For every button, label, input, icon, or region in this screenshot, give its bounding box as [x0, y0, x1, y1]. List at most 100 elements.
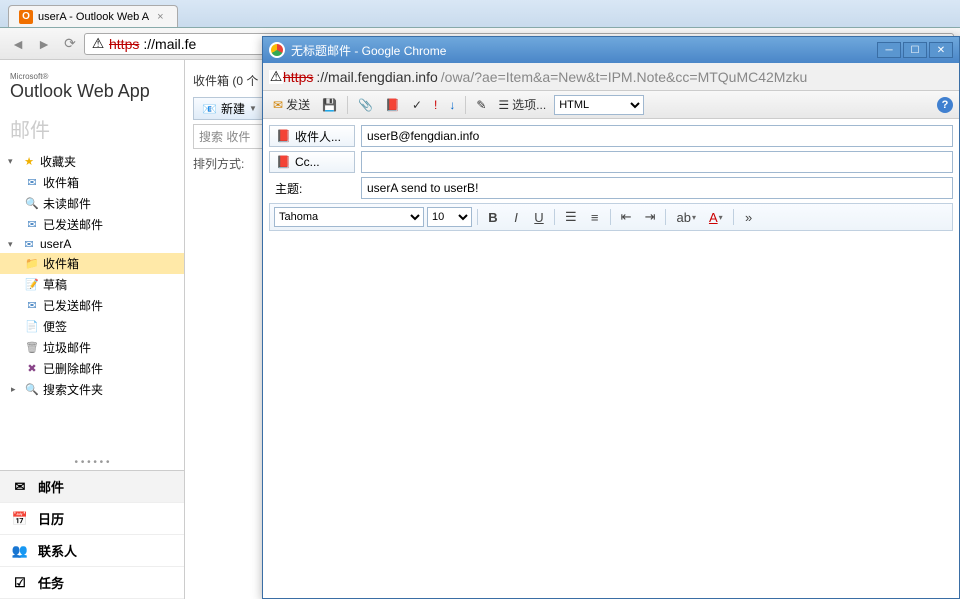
mailbox-icon: ✉: [21, 237, 37, 251]
tree-label: 收件箱: [43, 174, 79, 191]
logo-text: Outlook Web App: [10, 81, 174, 102]
underline-button[interactable]: U: [529, 208, 549, 227]
to-picker-button[interactable]: 📕收件人...: [269, 125, 355, 147]
junk-icon: 🗑: [24, 341, 40, 355]
back-button[interactable]: ◄: [6, 32, 30, 56]
tree-label: 已发送邮件: [43, 297, 103, 314]
collapse-icon[interactable]: ▾: [8, 156, 18, 167]
close-button[interactable]: ✕: [929, 42, 953, 58]
new-mail-button[interactable]: 📧 新建 ▼: [193, 97, 266, 120]
cc-label: Cc...: [295, 155, 320, 169]
subject-row: 主题:: [269, 177, 953, 199]
tree-deleted[interactable]: ✖已删除邮件: [0, 358, 184, 379]
tree-user-root[interactable]: ▾ ✉ userA: [0, 235, 184, 253]
separator: [733, 209, 734, 225]
to-input[interactable]: [361, 125, 953, 147]
folder-tree: ▾ ★ 收藏夹 ✉收件箱 🔍未读邮件 ✉已发送邮件 ▾ ✉ userA 📁收件箱…: [0, 147, 184, 455]
minimize-button[interactable]: ─: [877, 42, 901, 58]
options-button[interactable]: ☰选项...: [494, 94, 550, 115]
separator: [465, 96, 466, 114]
tab-close-icon[interactable]: ×: [154, 11, 166, 23]
tree-notes[interactable]: 📄便签: [0, 316, 184, 337]
nav-tasks[interactable]: ☑ 任务: [0, 567, 184, 599]
tree-label: 便签: [43, 318, 67, 335]
chrome-icon: [269, 42, 285, 58]
tree-favorites[interactable]: ▾ ★ 收藏夹: [0, 151, 184, 172]
tasks-icon: ☑: [10, 575, 30, 591]
drafts-icon: 📝: [24, 278, 40, 292]
send-button[interactable]: ✉发送: [269, 94, 314, 115]
italic-button[interactable]: I: [506, 208, 526, 227]
signature-button[interactable]: ✎: [472, 96, 490, 114]
tab-favicon-icon: O: [19, 10, 33, 24]
nav-calendar[interactable]: 📅日历: [0, 503, 184, 535]
sent-icon: ✉: [24, 299, 40, 313]
tree-sent[interactable]: ✉已发送邮件: [0, 214, 184, 235]
tree-sent-2[interactable]: ✉已发送邮件: [0, 295, 184, 316]
nav-contacts[interactable]: 👥联系人: [0, 535, 184, 567]
importance-high-icon: !: [434, 98, 437, 112]
nav-label: 邮件: [38, 477, 64, 496]
url-rest: ://mail.fe: [143, 36, 196, 52]
nav-mail[interactable]: ✉邮件: [0, 471, 184, 503]
tree-unread[interactable]: 🔍未读邮件: [0, 193, 184, 214]
star-folder-icon: ★: [21, 155, 37, 169]
font-size-select[interactable]: 10: [427, 207, 472, 227]
popup-url-bar: ⚠ https://mail.fengdian.info/owa/?ae=Ite…: [263, 63, 959, 91]
tree-drafts[interactable]: 📝草稿: [0, 274, 184, 295]
send-icon: ✉: [273, 98, 283, 112]
tree-search-folders[interactable]: ▸🔍搜索文件夹: [0, 379, 184, 400]
bullet-list-button[interactable]: ☰: [560, 207, 582, 227]
importance-high-button[interactable]: !: [430, 96, 441, 114]
number-list-button[interactable]: ≡: [585, 208, 605, 227]
options-label: 选项...: [512, 96, 546, 113]
new-icon: 📧: [202, 102, 217, 116]
tree-inbox[interactable]: ✉收件箱: [0, 172, 184, 193]
cc-input[interactable]: [361, 151, 953, 173]
attach-button[interactable]: 📎: [354, 96, 377, 114]
highlight-button[interactable]: ab▾: [671, 208, 700, 227]
reload-button[interactable]: ⟳: [58, 32, 82, 56]
importance-low-button[interactable]: ↓: [445, 96, 459, 114]
tree-label: 草稿: [43, 276, 67, 293]
cc-picker-button[interactable]: 📕Cc...: [269, 151, 355, 173]
format-select[interactable]: HTML: [554, 95, 644, 115]
tree-junk[interactable]: 🗑垃圾邮件: [0, 337, 184, 358]
tree-label: 未读邮件: [43, 195, 91, 212]
check-names-button[interactable]: ✓: [408, 96, 426, 114]
addressbook-button[interactable]: 📕: [381, 96, 404, 114]
popup-titlebar[interactable]: 无标题邮件 - Google Chrome ─ ☐ ✕: [263, 37, 959, 63]
font-family-select[interactable]: Tahoma: [274, 207, 424, 227]
more-formatting-button[interactable]: »: [739, 208, 759, 227]
subject-input[interactable]: [361, 177, 953, 199]
collapse-icon[interactable]: ▾: [8, 239, 18, 250]
nav-label: 任务: [38, 573, 64, 592]
bold-button[interactable]: B: [483, 208, 503, 227]
help-button[interactable]: ?: [937, 97, 953, 113]
maximize-button[interactable]: ☐: [903, 42, 927, 58]
book-icon: 📕: [385, 98, 400, 112]
sidebar-resize-handle[interactable]: • • • • • •: [0, 455, 184, 470]
outdent-button[interactable]: ⇤: [616, 207, 637, 227]
format-toolbar: Tahoma 10 B I U ☰ ≡ ⇤ ⇥ ab▾ A▾ »: [269, 203, 953, 231]
window-controls: ─ ☐ ✕: [877, 42, 953, 58]
watermark-main: 51CTO.com: [819, 549, 950, 575]
font-color-button[interactable]: A▾: [704, 208, 728, 227]
deleted-icon: ✖: [24, 362, 40, 376]
popup-url[interactable]: https://mail.fengdian.info/owa/?ae=Item&…: [283, 69, 953, 85]
expand-icon[interactable]: ▸: [11, 384, 21, 395]
tree-user-inbox[interactable]: 📁收件箱: [0, 253, 184, 274]
indent-button[interactable]: ⇥: [640, 207, 661, 227]
separator: [610, 209, 611, 225]
save-button[interactable]: 💾: [318, 96, 341, 114]
tree-label: 已删除邮件: [43, 360, 103, 377]
browser-tab[interactable]: O userA - Outlook Web A ×: [8, 5, 178, 27]
to-label: 收件人...: [295, 128, 341, 145]
tree-label: 垃圾邮件: [43, 339, 91, 356]
compose-popup-window: 无标题邮件 - Google Chrome ─ ☐ ✕ ⚠ https://ma…: [262, 36, 960, 599]
url-path: /owa/?ae=Item&a=New&t=IPM.Note&cc=MTQuMC…: [441, 69, 807, 85]
owa-logo: Microsoft® Outlook Web App: [0, 60, 184, 110]
signature-icon: ✎: [476, 98, 486, 112]
ssl-warning-icon: ⚠: [91, 37, 105, 51]
forward-button[interactable]: ►: [32, 32, 56, 56]
